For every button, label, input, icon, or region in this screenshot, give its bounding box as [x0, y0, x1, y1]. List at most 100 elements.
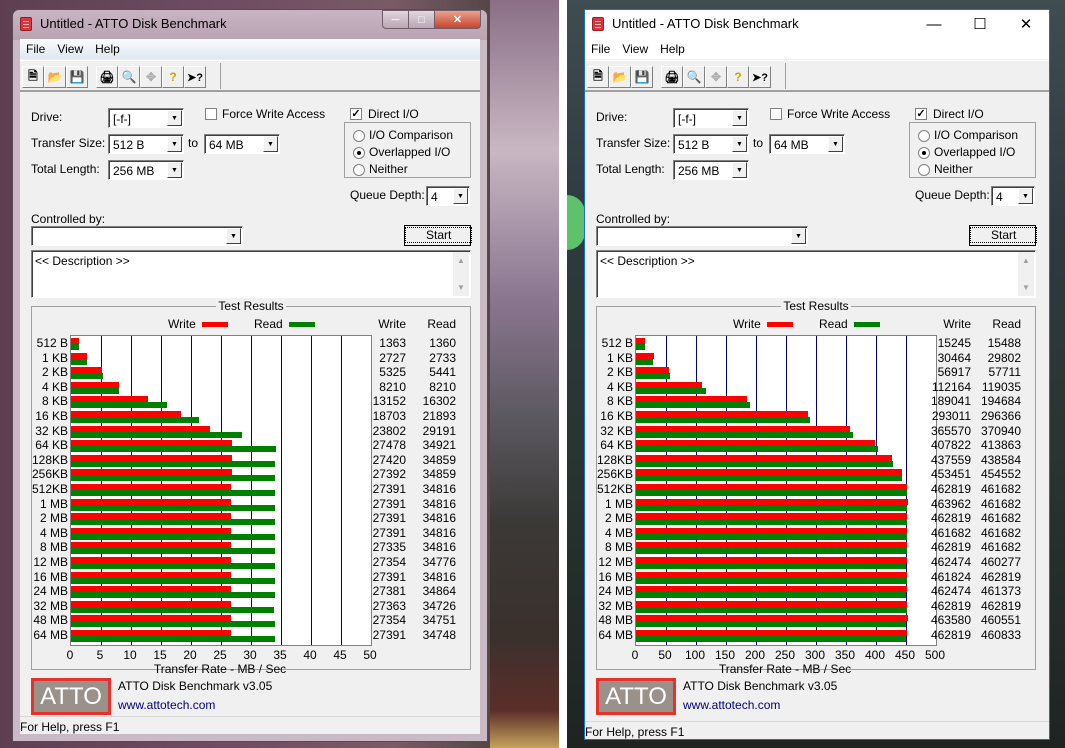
description-scrollbar[interactable]: ▲ ▼ [453, 252, 469, 296]
radio-io-comparison[interactable] [918, 130, 930, 142]
force-write-label: Force Write Access [222, 107, 326, 121]
title-bar[interactable]: Untitled - ATTO Disk Benchmark — ☐ ✕ [585, 10, 1049, 38]
toolbar-move-button[interactable]: ✥ [140, 66, 162, 88]
direct-io-checkbox[interactable]: ✓ [350, 108, 362, 120]
toolbar-print-button[interactable]: 🖨 [96, 66, 118, 88]
radio-overlapped-io[interactable] [918, 147, 930, 159]
y-tick-label: 24 MB [33, 584, 68, 599]
toolbar-move-button[interactable]: ✥ [705, 66, 727, 88]
scroll-down-icon: ▼ [457, 283, 465, 292]
toolbar-print-preview-button[interactable]: 🔍 [118, 66, 140, 88]
transfer-size-to-select[interactable]: 64 MB ▼ [204, 134, 280, 154]
toolbar-print-button[interactable]: 🖨 [661, 66, 683, 88]
start-button[interactable]: Start [969, 225, 1038, 246]
read-value: 1360 [429, 336, 456, 350]
drive-select[interactable]: [-f-] ▼ [108, 108, 184, 128]
title-bar[interactable]: Untitled - ATTO Disk Benchmark ─ □ ✕ [13, 10, 487, 38]
toolbar-save-button[interactable]: 💾 [631, 66, 653, 88]
menu-help[interactable]: Help [89, 39, 126, 59]
toolbar-print-preview-button[interactable]: 🔍 [683, 66, 705, 88]
menu-file[interactable]: File [585, 39, 616, 59]
minimize-button[interactable]: ─ [382, 10, 409, 29]
context-help-icon: ➤? [752, 72, 768, 84]
menu-view[interactable]: View [616, 39, 654, 59]
gridline [341, 336, 342, 645]
read-value: 34816 [422, 525, 456, 540]
bar-read [71, 373, 103, 380]
read-value: 461373 [980, 584, 1021, 599]
website-link[interactable]: www.attotech.com [683, 698, 780, 712]
print-preview-icon: 🔍 [686, 70, 702, 84]
radio-label: Neither [369, 162, 408, 176]
total-length-select[interactable]: 256 MB ▼ [108, 160, 184, 180]
read-value: 34751 [422, 613, 456, 628]
toolbar-help-button[interactable]: ? [727, 66, 749, 88]
y-tick-label: 128KB [31, 452, 68, 467]
read-value: 29802 [987, 350, 1021, 365]
gridline [311, 336, 312, 645]
controlled-by-select[interactable]: ▼ [31, 226, 243, 246]
x-tick-label: 450 [894, 648, 916, 662]
read-value: 370940 [980, 423, 1021, 438]
menu-view[interactable]: View [51, 39, 89, 59]
bar-read [71, 460, 276, 467]
toolbar-context-help-button[interactable]: ➤? [184, 66, 206, 88]
total-length-select[interactable]: 256 MB ▼ [673, 160, 749, 180]
legend-read-swatch [288, 322, 315, 328]
menu-file[interactable]: File [20, 39, 51, 59]
transfer-size-from-select[interactable]: 512 B ▼ [673, 134, 749, 154]
description-scrollbar[interactable]: ▲ ▼ [1018, 252, 1034, 296]
description-textarea[interactable]: << Description >> ▲ ▼ [596, 250, 1036, 298]
status-bar: For Help, press F1 [20, 716, 480, 734]
menu-help[interactable]: Help [654, 39, 691, 59]
toolbar-open-button[interactable]: 📂 [44, 66, 66, 88]
maximize-button[interactable]: ☐ [957, 10, 1003, 38]
y-tick-label: 64 MB [598, 628, 633, 642]
read-value: 461682 [980, 482, 1021, 496]
transfer-size-from-select[interactable]: 512 B ▼ [108, 134, 184, 154]
toolbar-new-button[interactable]: 🗎 [587, 66, 609, 88]
transfer-size-to-select[interactable]: 64 MB ▼ [769, 134, 845, 154]
legend-write: Write [168, 317, 228, 331]
open-icon: 📂 [612, 70, 628, 84]
new-icon: 🗎 [28, 68, 38, 83]
radio-neither[interactable] [353, 164, 365, 176]
toolbar-new-button[interactable]: 🗎 [22, 66, 44, 88]
toolbar-help-button[interactable]: ? [162, 66, 184, 88]
context-help-icon: ➤? [187, 72, 203, 84]
queue-depth-select[interactable]: 4 ▼ [426, 186, 470, 206]
bar-read [71, 387, 120, 394]
radio-label: Overlapped I/O [369, 145, 451, 159]
close-button[interactable]: ✕ [435, 10, 481, 29]
x-axis-label: Transfer Rate - MB / Sec [718, 662, 852, 676]
close-button[interactable]: ✕ [1003, 10, 1049, 38]
force-write-checkbox[interactable] [205, 108, 217, 120]
toolbar-open-button[interactable]: 📂 [609, 66, 631, 88]
queue-depth-select[interactable]: 4 ▼ [991, 186, 1035, 206]
chevron-down-icon: ▼ [732, 136, 747, 152]
bar-read [636, 490, 907, 496]
maximize-button[interactable]: □ [409, 10, 435, 29]
bar-read [636, 577, 908, 584]
form-area: Drive: [-f-] ▼ Transfer Size: 512 B ▼ to 6… [585, 91, 1049, 739]
radio-overlapped-io[interactable] [353, 147, 365, 159]
read-column-header: Read [992, 317, 1021, 331]
to-label: to [188, 136, 199, 150]
read-value: 34864 [422, 584, 456, 599]
radio-neither[interactable] [918, 164, 930, 176]
legend-read: Read [819, 317, 880, 331]
read-value: 34816 [422, 511, 456, 526]
toolbar-save-button[interactable]: 💾 [66, 66, 88, 88]
drive-select[interactable]: [-f-] ▼ [673, 108, 749, 128]
radio-io-comparison[interactable] [353, 130, 365, 142]
description-textarea[interactable]: << Description >> ▲ ▼ [31, 250, 471, 298]
direct-io-checkbox[interactable]: ✓ [915, 108, 927, 120]
bar-read [636, 519, 907, 526]
toolbar-context-help-button[interactable]: ➤? [749, 66, 771, 88]
minimize-button[interactable]: — [911, 10, 957, 38]
force-write-checkbox[interactable] [770, 108, 782, 120]
controlled-by-select[interactable]: ▼ [596, 226, 808, 246]
read-column-header: Read [427, 317, 456, 331]
start-button[interactable]: Start [404, 225, 473, 246]
website-link[interactable]: www.attotech.com [118, 698, 215, 712]
